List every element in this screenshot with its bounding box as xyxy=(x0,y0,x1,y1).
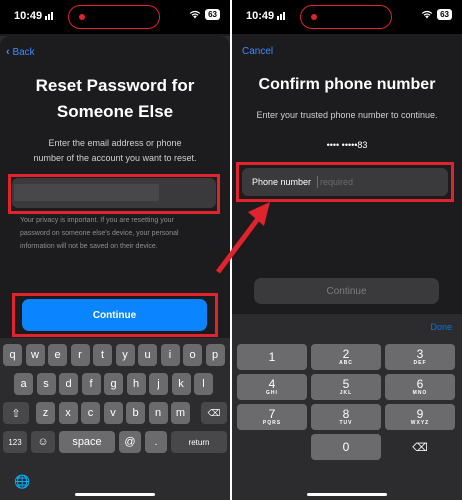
number-pad: 1 2 ABC 3 DEF 4 GHI 5 JKL 6 MNO 7 PQRS 8 TUV 9 WXYZ 0 ⌫ xyxy=(232,340,462,500)
emoji-icon: ☺ xyxy=(37,436,49,448)
continue-button[interactable]: Continue xyxy=(22,299,207,331)
delete-key[interactable]: ⌫ xyxy=(201,402,227,424)
page-title-line-1: Reset Password for xyxy=(35,76,195,95)
key-a[interactable]: a xyxy=(14,373,33,395)
numpad-key-0[interactable]: 0 xyxy=(311,434,381,460)
key-e[interactable]: e xyxy=(48,344,67,366)
numpad-key-7[interactable]: 7 PQRS xyxy=(237,404,307,430)
key-s[interactable]: s xyxy=(36,373,56,395)
delete-icon: ⌫ xyxy=(207,407,221,418)
shift-key[interactable]: ⇧ xyxy=(3,402,29,424)
shift-icon: ⇧ xyxy=(11,407,21,420)
recording-dot-icon xyxy=(311,14,317,20)
keyboard-toolbar: Done xyxy=(232,314,462,340)
battery-icon: 63 xyxy=(437,9,452,20)
back-button[interactable]: ‹ Back xyxy=(6,46,35,58)
status-time: 10:49 xyxy=(246,10,275,22)
key-j[interactable]: j xyxy=(149,373,168,395)
key-r[interactable]: r xyxy=(70,344,90,366)
done-button[interactable]: Done xyxy=(430,322,452,332)
key-f[interactable]: f xyxy=(81,373,101,395)
key-b[interactable]: b xyxy=(126,402,145,424)
key-n[interactable]: n xyxy=(148,402,168,424)
delete-icon: ⌫ xyxy=(412,441,428,454)
numpad-key-2[interactable]: 2 ABC xyxy=(311,344,381,370)
phone-number-placeholder: required xyxy=(320,177,354,187)
text-cursor xyxy=(317,176,319,188)
status-bar: 10:49 63 xyxy=(232,0,462,34)
page-title: Confirm phone number xyxy=(258,76,436,93)
dynamic-island xyxy=(300,5,392,29)
key-p[interactable]: p xyxy=(205,344,225,366)
key-c[interactable]: c xyxy=(81,402,100,424)
instructions-line-2: number of the account you want to reset. xyxy=(33,153,197,163)
key-g[interactable]: g xyxy=(104,373,123,395)
key-w[interactable]: w xyxy=(25,344,45,366)
numpad-key-4[interactable]: 4 GHI xyxy=(237,374,307,400)
key-d[interactable]: d xyxy=(59,373,78,395)
numpad-key-6[interactable]: 6 MNO xyxy=(385,374,455,400)
email-or-phone-field[interactable] xyxy=(12,178,216,208)
numpad-key-5[interactable]: 5 JKL xyxy=(311,374,381,400)
instructions-line-1: Enter the email address or phone xyxy=(48,138,182,148)
continue-button[interactable]: Continue xyxy=(254,278,439,304)
numpad-key-8[interactable]: 8 TUV xyxy=(311,404,381,430)
cancel-button[interactable]: Cancel xyxy=(242,46,273,57)
reset-password-screen: 10:49 63 ‹ Back Reset Password for Someo… xyxy=(0,0,230,500)
status-bar: 10:49 63 xyxy=(0,0,230,34)
key-y[interactable]: y xyxy=(115,344,135,366)
return-key[interactable]: return xyxy=(171,431,227,453)
masked-phone-number: •••• •••••83 xyxy=(326,140,368,150)
key-o[interactable]: o xyxy=(183,344,202,366)
phone-number-label: Phone number xyxy=(252,177,312,187)
at-key[interactable]: @ xyxy=(119,431,141,453)
battery-icon: 63 xyxy=(205,9,220,20)
page-title-line-2: Someone Else xyxy=(56,102,174,121)
key-v[interactable]: v xyxy=(103,402,123,424)
numbers-key[interactable]: 123 xyxy=(3,431,27,453)
key-u[interactable]: u xyxy=(138,344,157,366)
key-i[interactable]: i xyxy=(160,344,180,366)
key-x[interactable]: x xyxy=(58,402,78,424)
key-q[interactable]: q xyxy=(3,344,22,366)
home-indicator xyxy=(75,493,155,496)
status-time: 10:49 xyxy=(14,10,43,22)
key-z[interactable]: z xyxy=(36,402,55,424)
home-indicator xyxy=(307,493,387,496)
space-key[interactable]: space xyxy=(59,431,115,453)
key-k[interactable]: k xyxy=(171,373,191,395)
wifi-icon xyxy=(421,10,433,19)
privacy-line-3: information will not be saved on their d… xyxy=(20,243,158,250)
instructions: Enter your trusted phone number to conti… xyxy=(256,110,438,120)
privacy-line-1: Your privacy is important. If you are re… xyxy=(20,217,174,224)
dynamic-island xyxy=(68,5,160,29)
recording-dot-icon xyxy=(79,14,85,20)
chevron-left-icon: ‹ xyxy=(6,46,10,58)
key-t[interactable]: t xyxy=(93,344,112,366)
numpad-key-9[interactable]: 9 WXYZ xyxy=(385,404,455,430)
numpad-delete-key[interactable]: ⌫ xyxy=(385,434,455,460)
qwerty-keyboard: q w e r t y u i o p a s d f g h j k l ⇧ z x c v b n m ⌫ 123 ☺ space @. r… xyxy=(0,338,230,500)
privacy-line-2: password on someone else's device, your … xyxy=(20,230,179,237)
annotation-arrow xyxy=(216,202,270,274)
wifi-icon xyxy=(189,10,201,19)
dot-key[interactable]: . xyxy=(145,431,167,453)
activity-icon xyxy=(45,12,54,20)
numpad-key-1[interactable]: 1 xyxy=(237,344,307,370)
redacted-value xyxy=(14,184,159,201)
emoji-key[interactable]: ☺ xyxy=(31,431,55,453)
globe-icon[interactable]: 🌐 xyxy=(14,474,30,490)
key-h[interactable]: h xyxy=(126,373,146,395)
key-l[interactable]: l xyxy=(194,373,213,395)
numpad-key-3[interactable]: 3 DEF xyxy=(385,344,455,370)
activity-icon xyxy=(277,12,286,20)
key-m[interactable]: m xyxy=(171,402,190,424)
